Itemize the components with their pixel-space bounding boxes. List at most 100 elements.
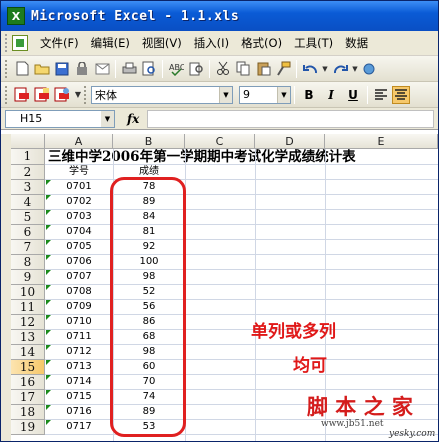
toolbar-grip[interactable] <box>5 59 8 78</box>
cell-student-id[interactable]: 0704 <box>45 225 113 239</box>
workbook-icon[interactable] <box>12 35 28 51</box>
menu-tools[interactable]: 工具(T) <box>288 33 339 53</box>
save-icon[interactable] <box>53 60 71 78</box>
menu-insert[interactable]: 插入(I) <box>188 33 235 53</box>
row-header-7[interactable]: 7 <box>11 240 45 255</box>
pdf-email-icon[interactable] <box>33 86 51 104</box>
row-header-1[interactable]: 1 <box>11 149 45 165</box>
excel-app-icon[interactable]: X <box>7 7 25 25</box>
column-header-d[interactable]: D <box>255 134 325 149</box>
excel-window: X Microsoft Excel - 1.1.xls 文件(F) 编辑(E) … <box>0 0 439 442</box>
row-header-17[interactable]: 17 <box>11 390 45 405</box>
cell-student-id[interactable]: 0705 <box>45 240 113 254</box>
print-preview-icon[interactable] <box>140 60 158 78</box>
table-row: 学号 成绩 <box>45 165 438 180</box>
print-icon[interactable] <box>120 60 138 78</box>
align-center-icon[interactable] <box>392 85 410 104</box>
paste-icon[interactable] <box>254 60 272 78</box>
row-header-14[interactable]: 14 <box>11 345 45 360</box>
email-icon[interactable] <box>93 60 111 78</box>
row-header-8[interactable]: 8 <box>11 255 45 270</box>
menu-grip[interactable] <box>5 34 9 52</box>
cell-student-id[interactable]: 0710 <box>45 315 113 329</box>
font-size-select[interactable]: 9 ▼ <box>239 85 291 104</box>
cell-student-id[interactable]: 0716 <box>45 405 113 419</box>
row-header-9[interactable]: 9 <box>11 270 45 285</box>
row-header-12[interactable]: 12 <box>11 315 45 330</box>
chevron-down-icon[interactable]: ▼ <box>101 110 114 127</box>
pdf-review-icon[interactable] <box>53 86 71 104</box>
toolbar-separator <box>296 59 297 78</box>
column-header-c[interactable]: C <box>185 134 255 149</box>
toolbar-grip[interactable] <box>84 85 87 104</box>
spelling-icon[interactable]: ABC <box>167 60 185 78</box>
format-painter-icon[interactable] <box>274 60 292 78</box>
column-header-b[interactable]: B <box>113 134 185 149</box>
cell-student-id[interactable]: 0703 <box>45 210 113 224</box>
cell-student-id[interactable]: 0701 <box>45 180 113 194</box>
cell-student-id[interactable]: 0717 <box>45 420 113 434</box>
table-row: 0701 78 <box>45 180 438 195</box>
undo-icon[interactable] <box>301 60 319 78</box>
cell-student-id[interactable]: 0707 <box>45 270 113 284</box>
research-icon[interactable] <box>187 60 205 78</box>
underline-button[interactable]: U <box>343 85 363 105</box>
redo-icon[interactable] <box>331 60 349 78</box>
menu-edit[interactable]: 编辑(E) <box>85 33 136 53</box>
row-header-4[interactable]: 4 <box>11 195 45 210</box>
select-all-corner[interactable] <box>11 134 45 149</box>
cell-student-id[interactable]: 0714 <box>45 375 113 389</box>
cell-student-id[interactable]: 0702 <box>45 195 113 209</box>
row-header-11[interactable]: 11 <box>11 300 45 315</box>
copy-icon[interactable] <box>234 60 252 78</box>
italic-button[interactable]: I <box>321 85 341 105</box>
name-box[interactable]: H15 ▼ <box>5 109 115 128</box>
row-header-13[interactable]: 13 <box>11 330 45 345</box>
row-header-5[interactable]: 5 <box>11 210 45 225</box>
cell-student-id[interactable]: 0711 <box>45 330 113 344</box>
redo-dropdown-icon[interactable]: ▼ <box>351 60 359 78</box>
row-header-18[interactable]: 18 <box>11 405 45 420</box>
cell-student-id[interactable]: 0709 <box>45 300 113 314</box>
row-header-16[interactable]: 16 <box>11 375 45 390</box>
chevron-down-icon[interactable]: ▼ <box>277 86 290 103</box>
toolbar-options-icon[interactable]: ▼ <box>73 86 83 104</box>
cell-student-id[interactable]: 0715 <box>45 390 113 404</box>
table-row: 0708 52 <box>45 285 438 300</box>
cell-student-id[interactable]: 0713 <box>45 360 113 374</box>
pdf-convert-icon[interactable] <box>13 86 31 104</box>
name-box-value: H15 <box>20 112 43 125</box>
menu-format[interactable]: 格式(O) <box>235 33 288 53</box>
hyperlink-icon[interactable] <box>361 60 379 78</box>
cell-student-id[interactable]: 0712 <box>45 345 113 359</box>
menu-data[interactable]: 数据 <box>339 33 374 53</box>
formula-input[interactable] <box>147 109 434 128</box>
menu-file[interactable]: 文件(F) <box>34 33 85 53</box>
column-header-a[interactable]: A <box>45 134 113 149</box>
svg-text:ABC: ABC <box>169 63 184 72</box>
font-name-select[interactable]: 宋体 ▼ <box>91 85 233 104</box>
new-icon[interactable] <box>13 60 31 78</box>
cell-student-id[interactable]: 0708 <box>45 285 113 299</box>
menu-view[interactable]: 视图(V) <box>136 33 188 53</box>
cut-icon[interactable] <box>214 60 232 78</box>
row-header-10[interactable]: 10 <box>11 285 45 300</box>
bold-button[interactable]: B <box>299 85 319 105</box>
align-left-icon[interactable] <box>372 86 390 104</box>
toolbar-grip[interactable] <box>5 85 8 104</box>
row-header-3[interactable]: 3 <box>11 180 45 195</box>
permission-icon[interactable] <box>73 60 91 78</box>
row-header-19[interactable]: 19 <box>11 420 45 435</box>
undo-dropdown-icon[interactable]: ▼ <box>321 60 329 78</box>
row-header-15[interactable]: 15 <box>11 360 45 375</box>
row-header-2[interactable]: 2 <box>11 165 45 180</box>
cell-header-id[interactable]: 学号 <box>45 165 113 179</box>
row-header-6[interactable]: 6 <box>11 225 45 240</box>
chevron-down-icon[interactable]: ▼ <box>219 86 232 103</box>
sheet-title-cell[interactable]: 三维中学2006年第一学期期中考试化学成绩统计表 <box>45 149 438 165</box>
column-header-e[interactable]: E <box>325 134 438 149</box>
cell-student-id[interactable]: 0706 <box>45 255 113 269</box>
insert-function-icon[interactable]: fx <box>127 112 139 126</box>
title-bar[interactable]: X Microsoft Excel - 1.1.xls <box>1 1 438 31</box>
open-icon[interactable] <box>33 60 51 78</box>
